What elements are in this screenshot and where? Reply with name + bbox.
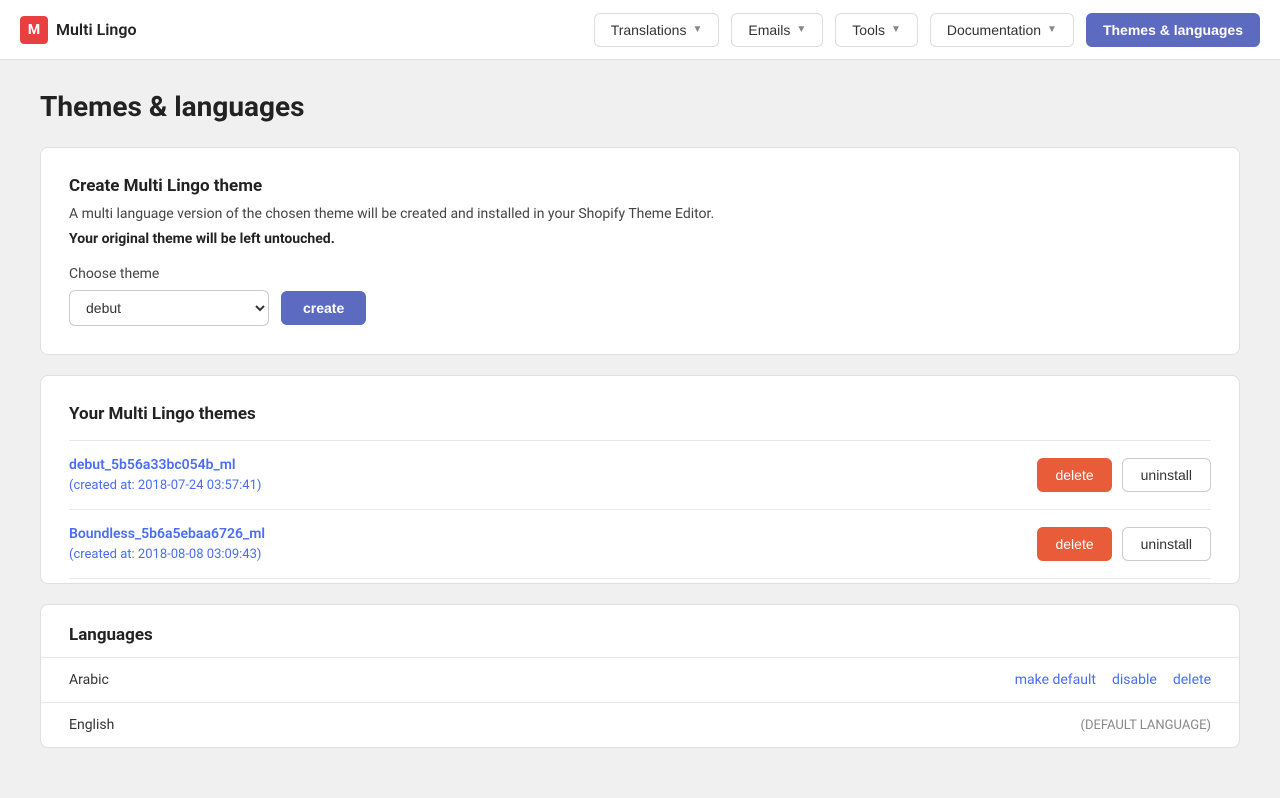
uninstall-theme-button[interactable]: uninstall — [1122, 458, 1211, 492]
languages-card: Languages Arabic make default disable dele… — [40, 604, 1240, 748]
nav-translations-button[interactable]: Translations ▼ — [594, 13, 720, 47]
page-title: Themes & languages — [40, 90, 1240, 123]
lang-action-disable[interactable]: disable — [1112, 672, 1157, 688]
nav-tools-label: Tools — [852, 22, 885, 38]
create-theme-card: Create Multi Lingo theme A multi languag… — [40, 147, 1240, 355]
your-themes-card: Your Multi Lingo themes debut_5b56a33bc0… — [40, 375, 1240, 584]
nav-documentation-button[interactable]: Documentation ▼ — [930, 13, 1074, 47]
create-theme-desc2-strong: Your original theme will be left untouch… — [69, 231, 335, 247]
choose-theme-label: Choose theme — [69, 266, 1211, 282]
themes-list: debut_5b56a33bc054b_ml (created at: 2018… — [69, 440, 1211, 583]
uninstall-theme-button[interactable]: uninstall — [1122, 527, 1211, 561]
theme-created-date: (created at: 2018-07-24 03:57:41) — [69, 478, 261, 493]
languages-card-title: Languages — [41, 605, 1239, 657]
theme-row: debut create — [69, 290, 1211, 326]
nav-themes-languages-button[interactable]: Themes & languages — [1086, 13, 1260, 47]
chevron-down-icon: ▼ — [1047, 24, 1057, 35]
logo-icon: M — [20, 16, 48, 44]
create-theme-desc1: A multi language version of the chosen t… — [69, 204, 1211, 225]
chevron-down-icon: ▼ — [891, 24, 901, 35]
delete-theme-button[interactable]: delete — [1037, 527, 1111, 561]
language-row: English (DEFAULT LANGUAGE) — [41, 702, 1239, 747]
theme-created-date: (created at: 2018-08-08 03:09:43) — [69, 547, 261, 562]
nav-translations-label: Translations — [611, 22, 687, 38]
language-name: English — [69, 717, 114, 733]
language-name: Arabic — [69, 672, 109, 688]
language-actions: make default disable delete — [1015, 672, 1211, 688]
lang-action-make-default[interactable]: make default — [1015, 672, 1096, 688]
logo-wrap: M Multi Lingo — [20, 16, 137, 44]
theme-list-item: Boundless_5b6a5ebaa6726_ml (created at: … — [69, 509, 1211, 579]
create-button[interactable]: create — [281, 291, 366, 325]
language-row: Arabic make default disable delete — [41, 657, 1239, 702]
theme-list-item: debut_5b56a33bc054b_ml (created at: 2018… — [69, 440, 1211, 509]
theme-name-link[interactable]: Boundless_5b6a5ebaa6726_ml — [69, 526, 265, 542]
languages-list: Arabic make default disable delete English… — [41, 657, 1239, 747]
create-theme-desc2: Your original theme will be left untouch… — [69, 229, 1211, 250]
theme-actions: delete uninstall — [1037, 458, 1211, 492]
delete-theme-button[interactable]: delete — [1037, 458, 1111, 492]
nav-tools-button[interactable]: Tools ▼ — [835, 13, 918, 47]
chevron-down-icon: ▼ — [692, 24, 702, 35]
header: M Multi Lingo Translations ▼ Emails ▼ To… — [0, 0, 1280, 60]
create-theme-card-title: Create Multi Lingo theme — [69, 176, 1211, 196]
theme-select[interactable]: debut — [69, 290, 269, 326]
app-name: Multi Lingo — [56, 20, 137, 39]
nav-emails-button[interactable]: Emails ▼ — [731, 13, 823, 47]
lang-action-delete[interactable]: delete — [1173, 672, 1211, 688]
your-themes-card-title: Your Multi Lingo themes — [69, 404, 1211, 424]
nav-documentation-label: Documentation — [947, 22, 1041, 38]
theme-name-link[interactable]: debut_5b56a33bc054b_ml — [69, 457, 261, 473]
theme-actions: delete uninstall — [1037, 527, 1211, 561]
chevron-down-icon: ▼ — [796, 24, 806, 35]
theme-info: debut_5b56a33bc054b_ml (created at: 2018… — [69, 457, 261, 493]
nav-themes-languages-label: Themes & languages — [1103, 22, 1243, 38]
theme-info: Boundless_5b6a5ebaa6726_ml (created at: … — [69, 526, 265, 562]
main-content: Themes & languages Create Multi Lingo th… — [0, 60, 1280, 798]
nav-emails-label: Emails — [748, 22, 790, 38]
